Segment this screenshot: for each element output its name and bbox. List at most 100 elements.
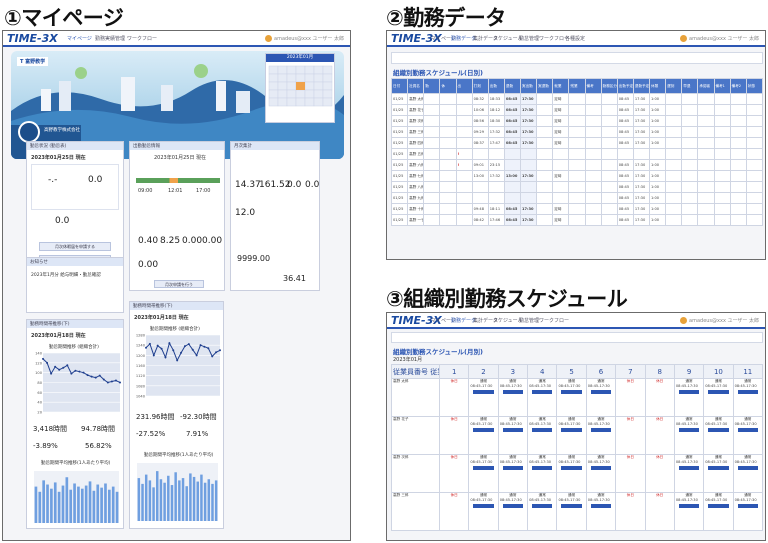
schedule-day-9[interactable]: 9 <box>673 364 705 379</box>
schedule-day-2[interactable]: 2 <box>468 364 499 379</box>
schedule-day-4[interactable]: 4 <box>527 364 558 379</box>
schedule-cell[interactable]: 休日 <box>644 416 675 455</box>
table-row[interactable]: 01/25 高野 太郎 08:32 18:33 08:45 17:30 定時 08:45 17:… <box>390 93 764 105</box>
table-row[interactable]: 01/25 高野 一子 08:42 17:46 08:45 17:30 定時 08:45 17:… <box>390 214 764 226</box>
schedule-cell[interactable]: 通常 08:45-17:30 <box>585 454 617 493</box>
user-menu-2[interactable]: amadeus@xxx ユーザー 太郎 <box>680 35 759 42</box>
schedule-cell[interactable]: 通常 08:45-17:30 <box>732 492 764 531</box>
app-logo[interactable]: TIME-3X <box>7 32 58 45</box>
workdata-header-22[interactable]: 状態 <box>745 78 764 94</box>
table-row[interactable]: 01/25 高野 十郎 09:48 18:11 08:45 17:30 定時 08:45 17:… <box>390 203 764 215</box>
schedule-cell[interactable]: 通常 08:45-17:30 <box>527 416 558 455</box>
table-row[interactable]: 01/25 高野 五郎! <box>390 148 764 160</box>
schedule-cell[interactable]: 通常 08:45-17:30 <box>497 416 529 455</box>
schedule-cell[interactable]: 休日 <box>438 492 470 531</box>
request-leave-button[interactable]: 月次休暇届を申請する <box>39 242 111 251</box>
schedule-cell[interactable]: 通常 08:45-17:30 <box>556 378 587 417</box>
schedule-cell[interactable]: 通常 08:45-17:30 <box>556 492 587 531</box>
table-row[interactable]: 高野 太郎 休日 通常 08:45-17:30 通常 08:45-17:30 通常 08:45… <box>391 378 764 417</box>
workdata-filter-bar[interactable] <box>391 52 763 64</box>
schedule-cell[interactable]: 通常 08:45-17:30 <box>732 454 764 493</box>
table-row[interactable]: 高野 三郎 休日 通常 08:45-17:30 通常 08:45-17:30 通常 08:45… <box>391 492 764 531</box>
workdata-header-9[interactable]: 実退勤 <box>536 78 554 94</box>
schedule-cell[interactable]: 通常 08:45-17:30 <box>732 416 764 455</box>
workdata-header-1[interactable]: 社員名 <box>407 78 425 94</box>
schedule-cell[interactable]: 通常 08:45-17:30 <box>497 454 529 493</box>
schedule-day-6[interactable]: 6 <box>585 364 617 379</box>
nav3-4[interactable]: 勤怠管理 <box>519 317 539 324</box>
table-row[interactable]: 01/25 高野 四郎 08:37 17:47 08:45 17:30 定時 08:45 17:… <box>390 137 764 149</box>
schedule-cell[interactable]: 通常 08:45-17:30 <box>703 454 734 493</box>
schedule-cell[interactable]: 通常 08:45-17:30 <box>673 454 705 493</box>
workdata-header-12[interactable]: 備考 <box>584 78 602 94</box>
schedule-cell[interactable]: 通常 08:45-17:30 <box>585 416 617 455</box>
schedule-cell[interactable]: 休日 <box>615 492 646 531</box>
schedule-cell[interactable]: 休日 <box>615 378 646 417</box>
schedule-cell[interactable]: 通常 08:45-17:30 <box>556 416 587 455</box>
nav-workflow[interactable]: ワークフロー <box>127 35 157 42</box>
workdata-header-16[interactable]: 休憩 <box>648 78 667 94</box>
nav-attendance[interactable]: 勤務実績管理 <box>95 35 125 42</box>
mini-calendar[interactable]: 2023年01月 <box>265 53 335 123</box>
workdata-header-4[interactable]: 出 <box>455 78 473 94</box>
schedule-day-10[interactable]: 10 <box>703 364 734 379</box>
workdata-header-7[interactable]: 退勤 <box>503 78 522 94</box>
schedule-cell[interactable]: 休日 <box>615 454 646 493</box>
workdata-header-20[interactable]: 備考1 <box>713 78 731 94</box>
schedule-cell[interactable]: 通常 08:45-17:30 <box>468 378 499 417</box>
schedule-cell[interactable]: 通常 08:45-17:30 <box>468 454 499 493</box>
table-row[interactable]: 01/25 高野 九郎 08:45 17:30 1:00 <box>390 192 764 204</box>
schedule-cell[interactable]: 休日 <box>438 416 470 455</box>
schedule-day-5[interactable]: 5 <box>556 364 587 379</box>
schedule-cell[interactable]: 通常 08:45-17:30 <box>673 378 705 417</box>
workdata-header-0[interactable]: 日付 <box>390 78 409 94</box>
nav2-4[interactable]: 勤怠管理 <box>519 35 539 42</box>
schedule-cell[interactable]: 通常 08:45-17:30 <box>527 492 558 531</box>
schedule-day-7[interactable]: 7 <box>615 364 646 379</box>
table-row[interactable]: 01/25 高野 八郎 08:45 17:30 1:00 <box>390 181 764 193</box>
schedule-cell[interactable]: 通常 08:45-17:30 <box>732 378 764 417</box>
schedule-cell[interactable]: 休日 <box>438 454 470 493</box>
schedule-cell[interactable]: 通常 08:45-17:30 <box>585 378 617 417</box>
schedule-cell[interactable]: 通常 08:45-17:30 <box>497 378 529 417</box>
workdata-header-19[interactable]: 承認者 <box>697 78 715 94</box>
schedule-cell[interactable]: 通常 08:45-17:30 <box>703 492 734 531</box>
schedule-cell[interactable]: 通常 08:45-17:30 <box>468 492 499 531</box>
workdata-header-2[interactable]: 勤 <box>423 78 441 94</box>
schedule-cell[interactable]: 通常 08:45-17:30 <box>703 416 734 455</box>
table-row[interactable]: 01/25 高野 七郎 13:00 17:32 13:00 17:30 定時 08:45 17:… <box>390 170 764 182</box>
workdata-header-18[interactable]: 早退 <box>681 78 699 94</box>
schedule-filter-bar[interactable] <box>391 332 763 343</box>
schedule-cell[interactable]: 休日 <box>438 378 470 417</box>
workdata-header-13[interactable]: 勤務区分 <box>600 78 618 94</box>
schedule-cell[interactable]: 通常 08:45-17:30 <box>527 454 558 493</box>
workdata-header-10[interactable]: 就業 <box>552 78 570 94</box>
workdata-header-17[interactable]: 遅刻 <box>665 78 683 94</box>
profile-avatar[interactable] <box>18 121 40 143</box>
schedule-cell[interactable]: 通常 08:45-17:30 <box>468 416 499 455</box>
calendar-grid[interactable] <box>266 62 336 122</box>
schedule-cell[interactable]: 通常 08:45-17:30 <box>673 416 705 455</box>
workdata-header-5[interactable]: 打刻 <box>471 78 489 94</box>
schedule-day-8[interactable]: 8 <box>644 364 675 379</box>
table-row[interactable]: 01/25 高野 次郎 08:56 18:30 08:45 17:30 定時 08:45 17:… <box>390 115 764 127</box>
nav-mypage[interactable]: マイページ <box>67 35 92 42</box>
monthly-request-button[interactable]: 月次申請を行う <box>154 280 204 288</box>
schedule-cell[interactable]: 通常 08:45-17:30 <box>527 378 558 417</box>
user-menu-3[interactable]: amadeus@xxx ユーザー 太郎 <box>680 317 759 324</box>
schedule-cell[interactable]: 休日 <box>615 416 646 455</box>
schedule-cell[interactable]: 通常 08:45-17:30 <box>497 492 529 531</box>
schedule-cell[interactable]: 通常 08:45-17:30 <box>585 492 617 531</box>
schedule-day-11[interactable]: 11 <box>732 364 764 379</box>
nav3-5[interactable]: ワークフロー <box>539 317 569 324</box>
table-row[interactable]: 01/25 高野 六郎! 09:01 23:15 08:45 17:30 1:00 <box>390 159 764 171</box>
notice-link[interactable]: 2023年1月分 給与明細・勤怠確認 <box>31 272 101 278</box>
workdata-header-21[interactable]: 備考2 <box>729 78 747 94</box>
schedule-day-1[interactable]: 1 <box>438 364 470 379</box>
table-row[interactable]: 01/25 高野 三郎 09:29 17:32 08:45 17:30 定時 08:45 17:… <box>390 126 764 138</box>
table-row[interactable]: 01/25 高野 花子 10:06 18:12 08:45 17:30 定時 08:45 17:… <box>390 104 764 116</box>
workdata-header-6[interactable]: 出勤 <box>487 78 505 94</box>
schedule-cell[interactable]: 休日 <box>644 454 675 493</box>
workdata-header-3[interactable]: 休 <box>439 78 457 94</box>
table-row[interactable]: 高野 花子 休日 通常 08:45-17:30 通常 08:45-17:30 通常 08:45… <box>391 416 764 455</box>
